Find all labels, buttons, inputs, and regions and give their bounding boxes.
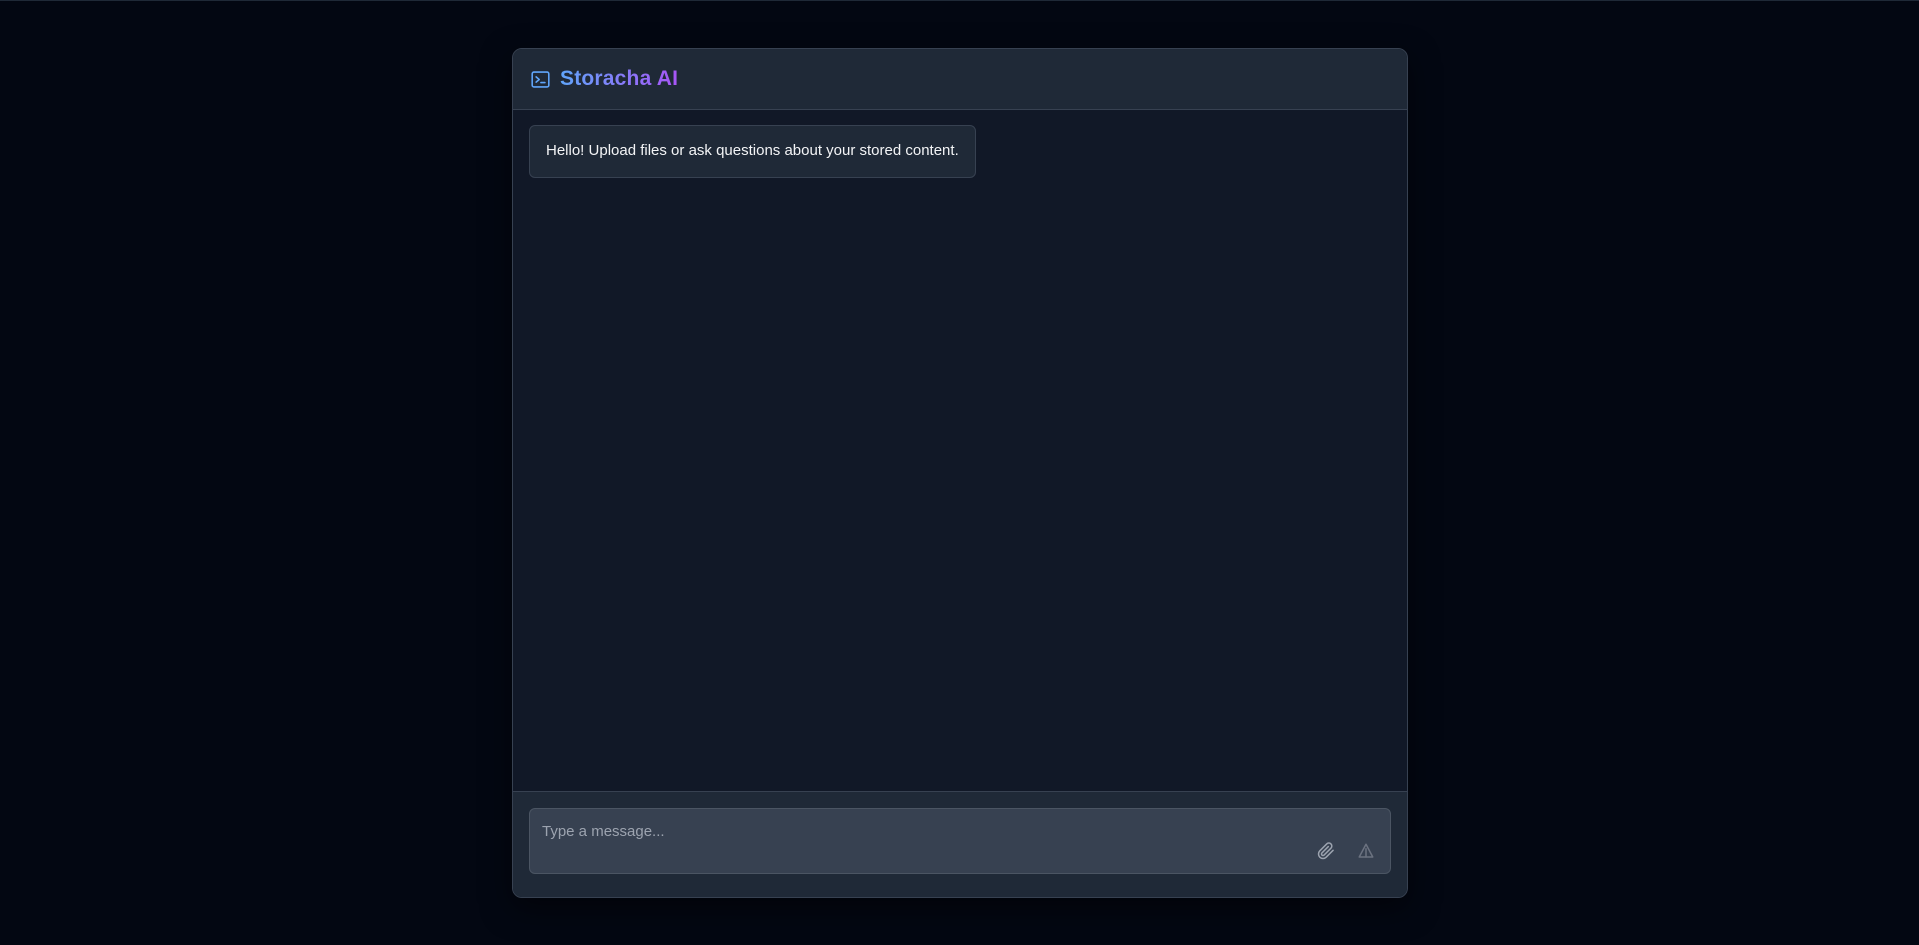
- assistant-message: Hello! Upload files or ask questions abo…: [529, 125, 976, 178]
- message-input-box[interactable]: [529, 808, 1391, 874]
- top-border: [0, 0, 1919, 1]
- app-title: Storacha AI: [560, 67, 679, 90]
- message-list: Hello! Upload files or ask questions abo…: [513, 110, 1407, 791]
- send-button[interactable]: [1354, 839, 1378, 863]
- paperclip-icon: [1317, 842, 1335, 860]
- composer: [513, 791, 1407, 897]
- message-input[interactable]: [542, 820, 1302, 842]
- chat-window: Storacha AI Hello! Upload files or ask q…: [512, 48, 1408, 898]
- terminal-icon: [530, 69, 551, 90]
- send-icon: [1357, 842, 1375, 860]
- attach-file-button[interactable]: [1314, 839, 1338, 863]
- chat-header: Storacha AI: [513, 49, 1407, 110]
